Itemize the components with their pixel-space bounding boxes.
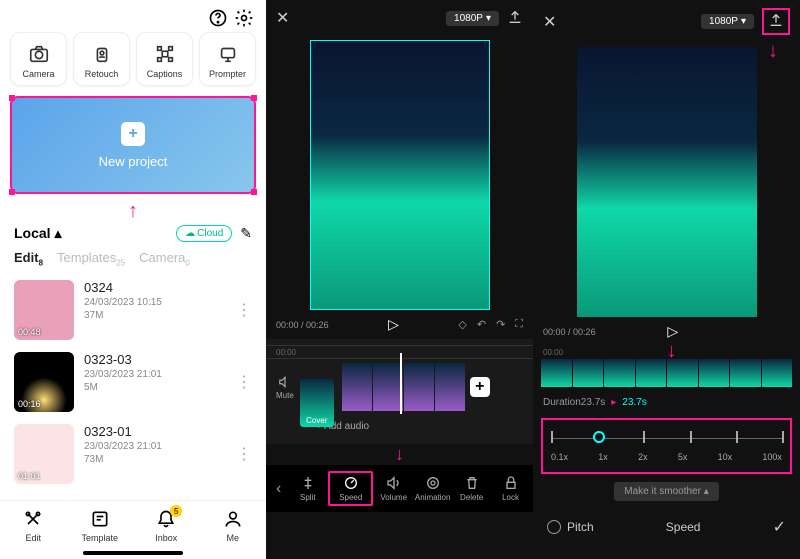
project-date: 24/03/2023 10:15 bbox=[84, 297, 162, 308]
mute-button[interactable]: Mute bbox=[276, 375, 294, 400]
retouch-tool[interactable]: Retouch bbox=[73, 32, 130, 86]
home-panel: Camera Retouch Captions Prompter + New p… bbox=[0, 0, 266, 559]
cloud-button[interactable]: ☁ Cloud bbox=[176, 225, 232, 242]
undo-icon[interactable]: ↶ bbox=[477, 318, 486, 331]
timeline[interactable]: 00:00 Mute Cover 23.7s + + Add audio bbox=[266, 339, 533, 444]
export-icon[interactable] bbox=[507, 9, 523, 28]
project-list: 00:48 0324 24/03/2023 10:15 37M ⋮ 00:16 … bbox=[0, 274, 266, 500]
speed-slider[interactable] bbox=[551, 430, 782, 446]
annotation-arrow: ↓ bbox=[768, 40, 778, 63]
captions-tool-label: Captions bbox=[147, 69, 183, 79]
tab-camera[interactable]: Camera0 bbox=[139, 250, 190, 268]
project-title: 0323-01 bbox=[84, 424, 162, 439]
tool-volume[interactable]: Volume bbox=[375, 475, 412, 502]
play-button[interactable]: ▷ bbox=[388, 316, 399, 333]
project-title: 0323-03 bbox=[84, 352, 162, 367]
project-size: 5M bbox=[84, 382, 162, 393]
more-icon[interactable]: ⋮ bbox=[236, 372, 252, 392]
tool-split[interactable]: Split bbox=[289, 475, 326, 502]
camera-tool-label: Camera bbox=[22, 69, 54, 79]
tool-row: Camera Retouch Captions Prompter bbox=[0, 32, 266, 86]
speed-labels: 0.1x1x2x5x10x100x bbox=[551, 452, 782, 462]
tab-edit[interactable]: Edit8 bbox=[14, 250, 43, 268]
nav-me[interactable]: Me bbox=[200, 509, 267, 543]
project-thumb: 00:48 bbox=[14, 280, 74, 340]
local-row: Local ▴ ☁ Cloud ✎ bbox=[0, 223, 266, 244]
nav-template[interactable]: Template bbox=[67, 509, 134, 543]
speed-slider-box: 0.1x1x2x5x10x100x bbox=[541, 418, 792, 474]
project-tabs: Edit8 Templates25 Camera0 bbox=[0, 244, 266, 274]
project-thumb: 00:16 bbox=[14, 352, 74, 412]
project-date: 23/03/2023 21:01 bbox=[84, 369, 162, 380]
settings-icon[interactable] bbox=[234, 8, 254, 28]
more-icon[interactable]: ⋮ bbox=[236, 300, 252, 320]
confirm-icon[interactable]: ✓ bbox=[773, 517, 786, 537]
project-date: 23/03/2023 21:01 bbox=[84, 441, 162, 452]
tool-speed[interactable]: Speed bbox=[328, 471, 373, 506]
time-bar: 00:00 / 00:26 ▷ ◇ ↶ ↷ ⛶ bbox=[266, 310, 533, 339]
close-icon[interactable]: ✕ bbox=[276, 8, 289, 28]
plus-icon: + bbox=[121, 122, 145, 146]
camera-tool[interactable]: Camera bbox=[10, 32, 67, 86]
redo-icon[interactable]: ↷ bbox=[496, 318, 505, 331]
annotation-arrow-up: ↑ bbox=[0, 200, 266, 223]
project-item[interactable]: 01:01 0323-01 23/03/2023 21:01 73M ⋮ bbox=[0, 418, 266, 490]
speed-title: Speed bbox=[666, 520, 701, 534]
fullscreen-icon[interactable]: ⛶ bbox=[515, 318, 523, 331]
local-label[interactable]: Local ▴ bbox=[14, 225, 62, 242]
project-title: 0324 bbox=[84, 280, 162, 295]
bottom-nav: Edit Template 5 Inbox Me bbox=[0, 500, 266, 547]
close-icon[interactable]: ✕ bbox=[543, 12, 556, 32]
export-icon[interactable] bbox=[762, 8, 790, 35]
project-size: 37M bbox=[84, 310, 162, 321]
tool-lock[interactable]: Lock bbox=[492, 475, 529, 502]
project-thumb: 01:01 bbox=[14, 424, 74, 484]
add-clip-button[interactable]: + bbox=[470, 377, 490, 397]
more-icon[interactable]: ⋮ bbox=[236, 444, 252, 464]
video-preview[interactable] bbox=[310, 40, 490, 310]
play-button[interactable]: ▷ bbox=[667, 323, 678, 340]
clip-strip[interactable]: + bbox=[342, 363, 523, 411]
prompter-tool-label: Prompter bbox=[209, 69, 246, 79]
top-icons bbox=[0, 0, 266, 32]
new-project-button[interactable]: + New project bbox=[10, 96, 256, 194]
speed-bottom-bar: Pitch Speed ✓ bbox=[533, 509, 800, 545]
make-smoother-button[interactable]: Make it smoother ▴ bbox=[614, 482, 719, 501]
retouch-tool-label: Retouch bbox=[85, 69, 119, 79]
tool-animation[interactable]: Animation bbox=[414, 475, 451, 502]
slider-thumb[interactable] bbox=[593, 431, 605, 443]
tool-delete[interactable]: Delete bbox=[453, 475, 490, 502]
edit-icon[interactable]: ✎ bbox=[240, 225, 252, 242]
editor-panel: ✕ 1080P ▾ 00:00 / 00:26 ▷ ◇ ↶ ↷ ⛶ 00:00 … bbox=[266, 0, 533, 559]
back-icon[interactable]: ‹ bbox=[270, 480, 287, 498]
resolution-button[interactable]: 1080P ▾ bbox=[701, 14, 754, 29]
project-item[interactable]: 00:48 0324 24/03/2023 10:15 37M ⋮ bbox=[0, 274, 266, 346]
project-size: 73M bbox=[84, 454, 162, 465]
captions-tool[interactable]: Captions bbox=[136, 32, 193, 86]
annotation-arrow-down: ↓ bbox=[266, 444, 533, 465]
keyframe-icon[interactable]: ◇ bbox=[458, 318, 466, 331]
home-indicator bbox=[83, 551, 183, 555]
cover-thumb[interactable]: Cover bbox=[300, 379, 334, 427]
edit-tool-strip: ‹ Split Speed Volume Animation Delete Lo… bbox=[266, 465, 533, 512]
editor-top: ✕ 1080P ▾ bbox=[266, 0, 533, 36]
speed-panel: ✕ 1080P ▾ ↓ 00:00 / 00:26 ▷ 00:00 ↓ Dura… bbox=[533, 0, 800, 559]
playhead[interactable] bbox=[400, 353, 402, 414]
clip-strip[interactable] bbox=[533, 359, 800, 391]
tab-templates[interactable]: Templates25 bbox=[57, 250, 125, 268]
editor-top: ✕ 1080P ▾ bbox=[533, 0, 800, 43]
pitch-toggle[interactable]: Pitch bbox=[547, 520, 594, 534]
nav-inbox[interactable]: 5 Inbox bbox=[133, 509, 200, 543]
new-project-label: New project bbox=[99, 154, 168, 169]
resolution-button[interactable]: 1080P ▾ bbox=[446, 11, 499, 26]
prompter-tool[interactable]: Prompter bbox=[199, 32, 256, 86]
video-preview[interactable] bbox=[577, 47, 757, 317]
annotation-arrow: ↓ bbox=[667, 340, 677, 363]
inbox-badge: 5 bbox=[170, 505, 182, 517]
nav-edit[interactable]: Edit bbox=[0, 509, 67, 543]
duration-row: Duration23.7s▸23.7s bbox=[533, 391, 800, 414]
help-icon[interactable] bbox=[208, 8, 228, 28]
project-item[interactable]: 00:16 0323-03 23/03/2023 21:01 5M ⋮ bbox=[0, 346, 266, 418]
